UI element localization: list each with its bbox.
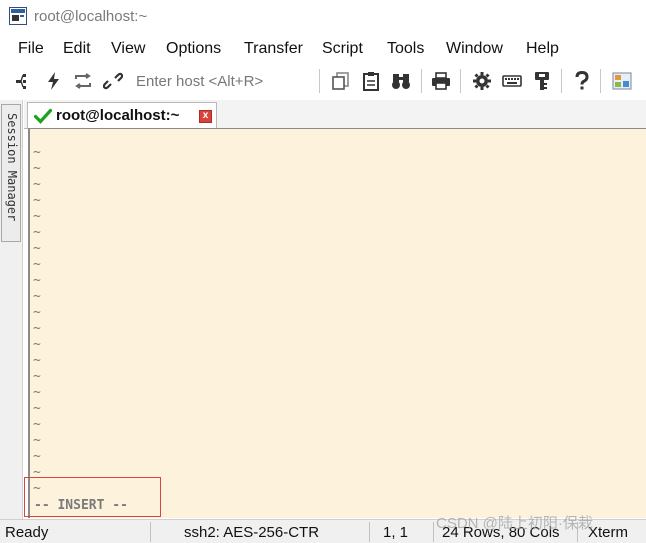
connected-check-icon xyxy=(34,108,52,124)
help-icon[interactable] xyxy=(572,71,592,91)
print-icon[interactable] xyxy=(431,71,451,91)
tilde-marker: ~ xyxy=(33,305,41,320)
tilde-marker: ~ xyxy=(33,161,41,176)
toolbar-separator xyxy=(319,69,320,93)
tilde-marker: ~ xyxy=(33,385,41,400)
key-icon[interactable] xyxy=(532,71,552,91)
host-input[interactable] xyxy=(132,70,320,92)
session-manager-tab[interactable]: Session Manager xyxy=(1,104,21,242)
menu-window[interactable]: Window xyxy=(446,40,503,58)
menu-edit[interactable]: Edit xyxy=(63,40,91,58)
tilde-marker: ~ xyxy=(33,225,41,240)
tilde-marker: ~ xyxy=(33,433,41,448)
menu-view[interactable]: View xyxy=(111,40,145,58)
disconnect-icon[interactable] xyxy=(103,71,123,91)
menu-transfer[interactable]: Transfer xyxy=(244,40,303,58)
tilde-marker: ~ xyxy=(33,273,41,288)
tab-label: root@localhost:~ xyxy=(56,107,180,124)
toolbar xyxy=(0,64,646,98)
toolbar-separator xyxy=(600,69,601,93)
window-title: root@localhost:~ xyxy=(34,8,148,25)
toolbar-separator xyxy=(561,69,562,93)
tilde-marker: ~ xyxy=(33,177,41,192)
securecrt-window: root@localhost:~ File Edit View Options … xyxy=(0,0,646,543)
tab-close-button[interactable]: x xyxy=(199,110,212,123)
tilde-marker: ~ xyxy=(33,241,41,256)
toolbar-separator xyxy=(421,69,422,93)
toolbar-separator xyxy=(460,69,461,93)
tilde-marker: ~ xyxy=(33,369,41,384)
title-bar: root@localhost:~ xyxy=(0,0,646,34)
copy-icon[interactable] xyxy=(331,71,351,91)
vim-mode-line: -- INSERT -- xyxy=(34,498,128,513)
empty-line-markers: ~ ~ ~ ~ ~ ~ ~ ~ ~ ~ ~ ~ ~ ~ ~ ~ ~ ~ ~ ~ ~ ~ xyxy=(33,145,41,497)
status-separator xyxy=(150,522,151,542)
tilde-marker: ~ xyxy=(33,481,41,496)
tilde-marker: ~ xyxy=(33,193,41,208)
watermark: CSDN @陆上初阳·保栽 xyxy=(436,515,593,532)
menu-help[interactable]: Help xyxy=(526,40,559,58)
menu-file[interactable]: File xyxy=(18,40,44,58)
tilde-marker: ~ xyxy=(33,209,41,224)
paste-icon[interactable] xyxy=(361,71,381,91)
status-ready: Ready xyxy=(5,524,49,541)
tilde-marker: ~ xyxy=(33,353,41,368)
sftp-icon[interactable] xyxy=(612,71,632,91)
tilde-marker: ~ xyxy=(33,289,41,304)
menu-script[interactable]: Script xyxy=(322,40,363,58)
find-icon[interactable] xyxy=(391,71,411,91)
app-icon xyxy=(9,7,27,25)
status-cipher: ssh2: AES-256-CTR xyxy=(184,524,320,541)
status-cursor: 1, 1 xyxy=(383,524,409,541)
connect-icon[interactable] xyxy=(14,71,34,91)
menu-options[interactable]: Options xyxy=(166,40,221,58)
reconnect-icon[interactable] xyxy=(73,71,93,91)
session-manager-label: Session Manager xyxy=(5,113,19,222)
tilde-marker: ~ xyxy=(33,401,41,416)
status-separator xyxy=(369,522,370,542)
status-separator xyxy=(433,522,434,542)
tilde-marker: ~ xyxy=(33,465,41,480)
status-term: Xterm xyxy=(588,524,629,541)
tilde-marker: ~ xyxy=(33,257,41,272)
tilde-marker: ~ xyxy=(33,417,41,432)
settings-icon[interactable] xyxy=(472,71,492,91)
tab-session[interactable]: root@localhost:~ x xyxy=(27,102,217,128)
tilde-marker: ~ xyxy=(33,321,41,336)
menu-bar: File Edit View Options Transfer Script T… xyxy=(0,36,646,62)
keymap-icon[interactable] xyxy=(502,71,522,91)
tilde-marker: ~ xyxy=(33,449,41,464)
tilde-marker: ~ xyxy=(33,337,41,352)
tilde-marker: ~ xyxy=(33,145,41,160)
tab-strip: root@localhost:~ x xyxy=(24,100,646,129)
menu-tools[interactable]: Tools xyxy=(387,40,424,58)
terminal-area[interactable]: ~ ~ ~ ~ ~ ~ ~ ~ ~ ~ ~ ~ ~ ~ ~ ~ ~ ~ ~ ~ ~ ~ -- INSERT -- xyxy=(28,128,646,518)
quick-connect-icon[interactable] xyxy=(44,71,64,91)
